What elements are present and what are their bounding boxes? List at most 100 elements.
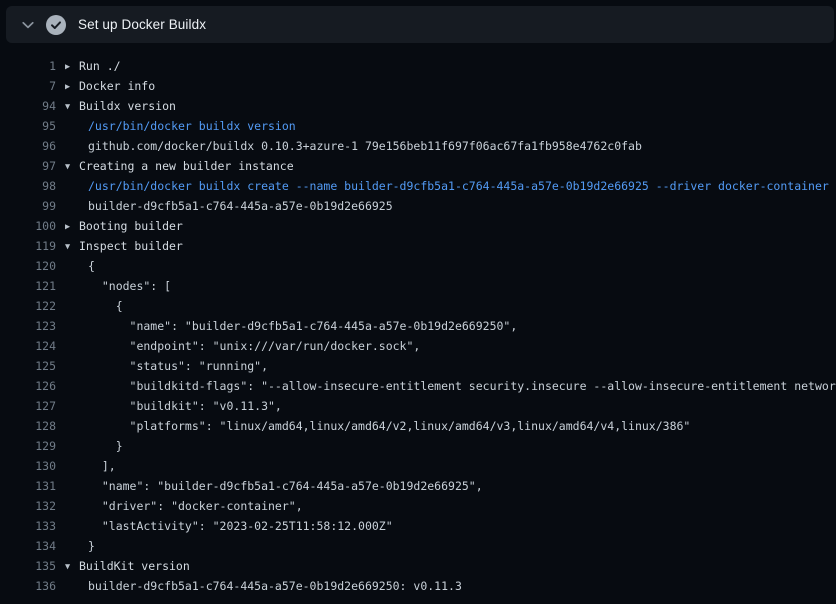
- log-group-header[interactable]: ▼Buildx version: [65, 96, 176, 116]
- output-text: {: [65, 256, 95, 276]
- output-text: builder-d9cfb5a1-c764-445a-a57e-0b19d2e6…: [65, 196, 393, 216]
- line-number[interactable]: 119: [0, 236, 56, 256]
- log-line: 136 builder-d9cfb5a1-c764-445a-a57e-0b19d…: [0, 576, 836, 596]
- log-group-header[interactable]: ▶Run ./: [65, 56, 121, 76]
- log-line: 132 "driver": "docker-container",: [0, 496, 836, 516]
- line-number[interactable]: 131: [0, 476, 56, 496]
- log-group-header[interactable]: ▼Creating a new builder instance: [65, 156, 294, 176]
- line-number[interactable]: 132: [0, 496, 56, 516]
- log-line: 121 "nodes": [: [0, 276, 836, 296]
- log-line: 123 "name": "builder-d9cfb5a1-c764-445a-…: [0, 316, 836, 336]
- chevron-down-icon[interactable]: ▼: [65, 557, 79, 577]
- group-title: Creating a new builder instance: [79, 159, 294, 173]
- chevron-right-icon[interactable]: ▶: [65, 217, 79, 237]
- command-text: /usr/bin/docker buildx version: [65, 116, 296, 136]
- log-line: 125 "status": "running",: [0, 356, 836, 376]
- log-line: 129 }: [0, 436, 836, 456]
- line-number[interactable]: 7: [0, 76, 56, 96]
- chevron-right-icon[interactable]: ▶: [65, 57, 79, 77]
- step-title: Set up Docker Buildx: [78, 17, 206, 32]
- output-text: "endpoint": "unix:///var/run/docker.sock…: [65, 336, 420, 356]
- line-number[interactable]: 129: [0, 436, 56, 456]
- log-lines: 1▶Run ./7▶Docker info94▼Buildx version95…: [0, 56, 836, 596]
- log-line[interactable]: 1 ▶Run ./: [0, 56, 836, 76]
- line-number[interactable]: 135: [0, 556, 56, 576]
- log-line: 134}: [0, 536, 836, 556]
- chevron-down-icon[interactable]: [16, 17, 40, 33]
- log-line[interactable]: 100 ▶Booting builder: [0, 216, 836, 236]
- output-text: "platforms": "linux/amd64,linux/amd64/v2…: [65, 416, 690, 436]
- step-header[interactable]: Set up Docker Buildx: [6, 6, 834, 43]
- check-circle-icon: [46, 15, 66, 35]
- group-title: Inspect builder: [79, 239, 183, 253]
- log-group-header[interactable]: ▶Booting builder: [65, 216, 183, 236]
- log-line: 131 "name": "builder-d9cfb5a1-c764-445a-…: [0, 476, 836, 496]
- line-number[interactable]: 128: [0, 416, 56, 436]
- line-number[interactable]: 121: [0, 276, 56, 296]
- log-group-header[interactable]: ▶Docker info: [65, 76, 155, 96]
- log-line[interactable]: 97 ▼Creating a new builder instance: [0, 156, 836, 176]
- line-number[interactable]: 122: [0, 296, 56, 316]
- output-text: }: [65, 536, 95, 556]
- log-line: 120 {: [0, 256, 836, 276]
- line-number[interactable]: 94: [0, 96, 56, 116]
- log-line: 133 "lastActivity": "2023-02-25T11:58:12…: [0, 516, 836, 536]
- log-line: 126 "buildkitd-flags": "--allow-insecure…: [0, 376, 836, 396]
- group-title: Run ./: [79, 59, 121, 73]
- command-text: /usr/bin/docker buildx create --name bui…: [65, 176, 829, 196]
- output-text: "name": "builder-d9cfb5a1-c764-445a-a57e…: [65, 316, 517, 336]
- log-line: 95/usr/bin/docker buildx version: [0, 116, 836, 136]
- line-number[interactable]: 100: [0, 216, 56, 236]
- line-number[interactable]: 133: [0, 516, 56, 536]
- output-text: "nodes": [: [65, 276, 171, 296]
- chevron-down-icon[interactable]: ▼: [65, 237, 79, 257]
- line-number[interactable]: 99: [0, 196, 56, 216]
- output-text: "driver": "docker-container",: [65, 496, 303, 516]
- log-line[interactable]: 135 ▼BuildKit version: [0, 556, 836, 576]
- log-line: 99 builder-d9cfb5a1-c764-445a-a57e-0b19d2…: [0, 196, 836, 216]
- line-number[interactable]: 96: [0, 136, 56, 156]
- log-line[interactable]: 94 ▼Buildx version: [0, 96, 836, 116]
- line-number[interactable]: 125: [0, 356, 56, 376]
- group-title: Booting builder: [79, 219, 183, 233]
- output-text: "buildkit": "v0.11.3",: [65, 396, 282, 416]
- line-number[interactable]: 127: [0, 396, 56, 416]
- line-number[interactable]: 134: [0, 536, 56, 556]
- line-number[interactable]: 126: [0, 376, 56, 396]
- line-number[interactable]: 124: [0, 336, 56, 356]
- group-title: Buildx version: [79, 99, 176, 113]
- log-group-header[interactable]: ▼Inspect builder: [65, 236, 183, 256]
- log-group-header[interactable]: ▼BuildKit version: [65, 556, 190, 576]
- chevron-right-icon[interactable]: ▶: [65, 77, 79, 97]
- log-line: 98/usr/bin/docker buildx create --name b…: [0, 176, 836, 196]
- output-text: "name": "builder-d9cfb5a1-c764-445a-a57e…: [65, 476, 483, 496]
- chevron-down-icon[interactable]: ▼: [65, 97, 79, 117]
- output-text: "status": "running",: [65, 356, 268, 376]
- log-line[interactable]: 7 ▶Docker info: [0, 76, 836, 96]
- log-line: 130 ],: [0, 456, 836, 476]
- output-text: }: [65, 436, 123, 456]
- output-text: github.com/docker/buildx 0.10.3+azure-1 …: [65, 136, 642, 156]
- line-number[interactable]: 130: [0, 456, 56, 476]
- output-text: builder-d9cfb5a1-c764-445a-a57e-0b19d2e6…: [65, 576, 462, 596]
- line-number[interactable]: 136: [0, 576, 56, 596]
- chevron-down-icon[interactable]: ▼: [65, 157, 79, 177]
- line-number[interactable]: 95: [0, 116, 56, 136]
- line-number[interactable]: 123: [0, 316, 56, 336]
- output-text: {: [65, 296, 123, 316]
- log-line[interactable]: 119 ▼Inspect builder: [0, 236, 836, 256]
- output-text: "lastActivity": "2023-02-25T11:58:12.000…: [65, 516, 393, 536]
- line-number[interactable]: 97: [0, 156, 56, 176]
- group-title: BuildKit version: [79, 559, 190, 573]
- log-line: 124 "endpoint": "unix:///var/run/docker.…: [0, 336, 836, 356]
- log-line: 122 {: [0, 296, 836, 316]
- log-viewer: 1▶Run ./7▶Docker info94▼Buildx version95…: [0, 43, 836, 596]
- log-line: 127 "buildkit": "v0.11.3",: [0, 396, 836, 416]
- log-line: 96 github.com/docker/buildx 0.10.3+azure-…: [0, 136, 836, 156]
- line-number[interactable]: 98: [0, 176, 56, 196]
- group-title: Docker info: [79, 79, 155, 93]
- line-number[interactable]: 120: [0, 256, 56, 276]
- log-line: 128 "platforms": "linux/amd64,linux/amd6…: [0, 416, 836, 436]
- line-number[interactable]: 1: [0, 56, 56, 76]
- output-text: ],: [65, 456, 116, 476]
